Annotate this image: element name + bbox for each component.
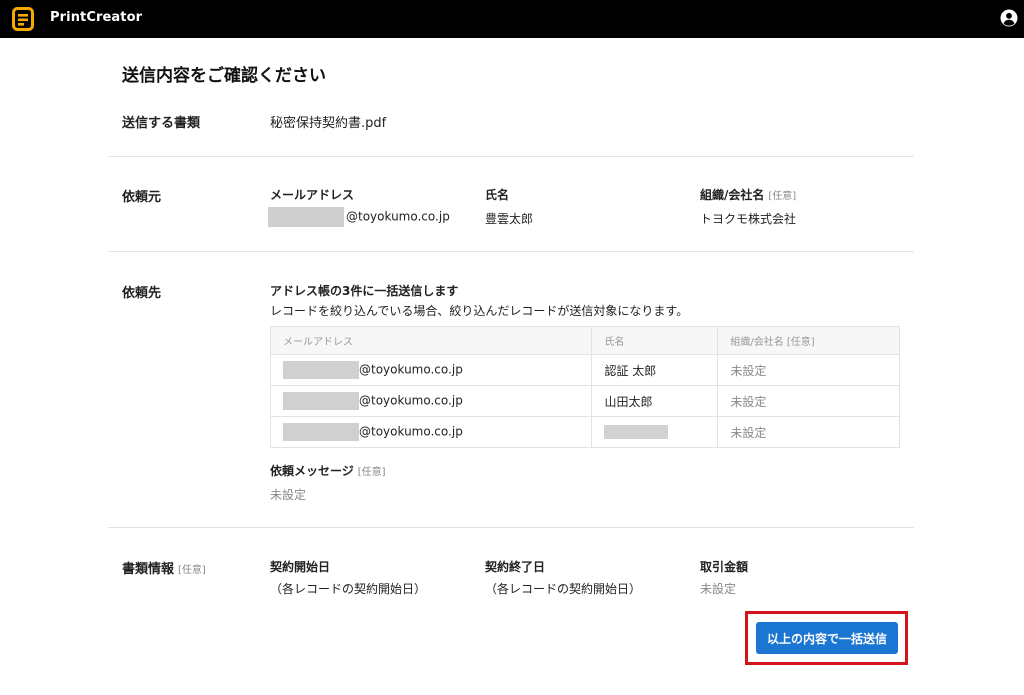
redacted-block — [283, 361, 359, 379]
optional-tag: [任意] — [357, 467, 386, 478]
app-title: PrintCreator — [50, 10, 143, 25]
requester-org-label-text: 組織/会社名 — [700, 188, 765, 202]
requester-name: 豊雲太郎 — [485, 212, 534, 226]
requester-org: トヨクモ株式会社 — [700, 212, 797, 226]
recipient-email: @toyokumo.co.jp — [269, 354, 593, 386]
optional-tag: [任意] — [768, 191, 797, 202]
recipient-email-domain: @toyokumo.co.jp — [359, 393, 463, 408]
column-header-email: メールアドレス — [269, 326, 593, 355]
amount-label: 取引金額 — [700, 560, 749, 574]
printcreator-logo-icon[interactable] — [12, 7, 34, 31]
recipient-name: 認証 太郎 — [591, 354, 719, 386]
optional-tag: [任意] — [178, 565, 206, 576]
requester-org-label: 組織/会社名 [任意] — [700, 186, 796, 203]
recipient-name-redacted — [591, 416, 719, 448]
divider — [108, 251, 914, 252]
recipient-email-domain: @toyokumo.co.jp — [359, 424, 463, 439]
redacted-block — [268, 207, 344, 227]
recipient-org: 未設定 — [717, 416, 900, 448]
bulk-send-notice: アドレス帳の3件に一括送信します — [270, 284, 459, 298]
document-name: 秘密保持契約書.pdf — [270, 116, 387, 131]
app-header: PrintCreator — [0, 0, 1024, 38]
recipient-org: 未設定 — [717, 385, 900, 417]
contract-start-value: （各レコードの契約開始日） — [270, 582, 427, 596]
user-account-icon[interactable] — [1000, 9, 1018, 27]
requester-email: @toyokumo.co.jp — [268, 207, 450, 227]
doc-info-section-label: 書類情報 [任意] — [122, 558, 206, 577]
contract-end-label: 契約終了日 — [485, 560, 546, 574]
requester-email-label: メールアドレス — [270, 188, 355, 202]
table-row: @toyokumo.co.jp 山田太郎 未設定 — [269, 385, 900, 417]
table-header-row: メールアドレス 氏名 組織/会社名 [任意] — [269, 326, 900, 355]
amount-value: 未設定 — [700, 582, 737, 596]
recipient-org: 未設定 — [717, 354, 900, 386]
doc-info-label-text: 書類情報 — [122, 562, 175, 577]
recipient-name: 山田太郎 — [591, 385, 719, 417]
column-header-name: 氏名 — [591, 326, 719, 355]
redacted-block — [604, 425, 669, 440]
recipient-email: @toyokumo.co.jp — [269, 385, 593, 417]
divider — [108, 527, 914, 528]
requester-name-label: 氏名 — [485, 188, 510, 202]
redacted-block — [283, 392, 359, 410]
recipients-table: メールアドレス 氏名 組織/会社名 [任意] @toyokumo.co.jp 認… — [269, 326, 900, 448]
filter-notice: レコードを絞り込んでいる場合、絞り込んだレコードが送信対象になります。 — [270, 304, 689, 318]
requester-email-domain: @toyokumo.co.jp — [346, 209, 450, 224]
requester-section-label: 依頼元 — [122, 190, 162, 205]
message-label: 依頼メッセージ [任意] — [270, 462, 386, 479]
message-value: 未設定 — [270, 488, 307, 502]
document-section-label: 送信する書類 — [122, 116, 201, 131]
table-row: @toyokumo.co.jp 未設定 — [269, 416, 900, 448]
message-label-text: 依頼メッセージ — [270, 464, 354, 478]
table-row: @toyokumo.co.jp 認証 太郎 未設定 — [269, 354, 900, 386]
recipient-email-domain: @toyokumo.co.jp — [359, 362, 463, 377]
submit-highlight-frame: 以上の内容で一括送信 — [745, 611, 908, 665]
divider — [108, 156, 914, 157]
column-header-org: 組織/会社名 [任意] — [717, 326, 900, 355]
page-title: 送信内容をご確認ください — [122, 66, 326, 86]
recipients-section-label: 依頼先 — [122, 286, 162, 301]
contract-end-value: （各レコードの契約開始日） — [485, 582, 642, 596]
bulk-send-button[interactable]: 以上の内容で一括送信 — [756, 622, 898, 654]
contract-start-label: 契約開始日 — [270, 560, 331, 574]
recipient-email: @toyokumo.co.jp — [269, 416, 593, 448]
redacted-block — [283, 423, 359, 441]
